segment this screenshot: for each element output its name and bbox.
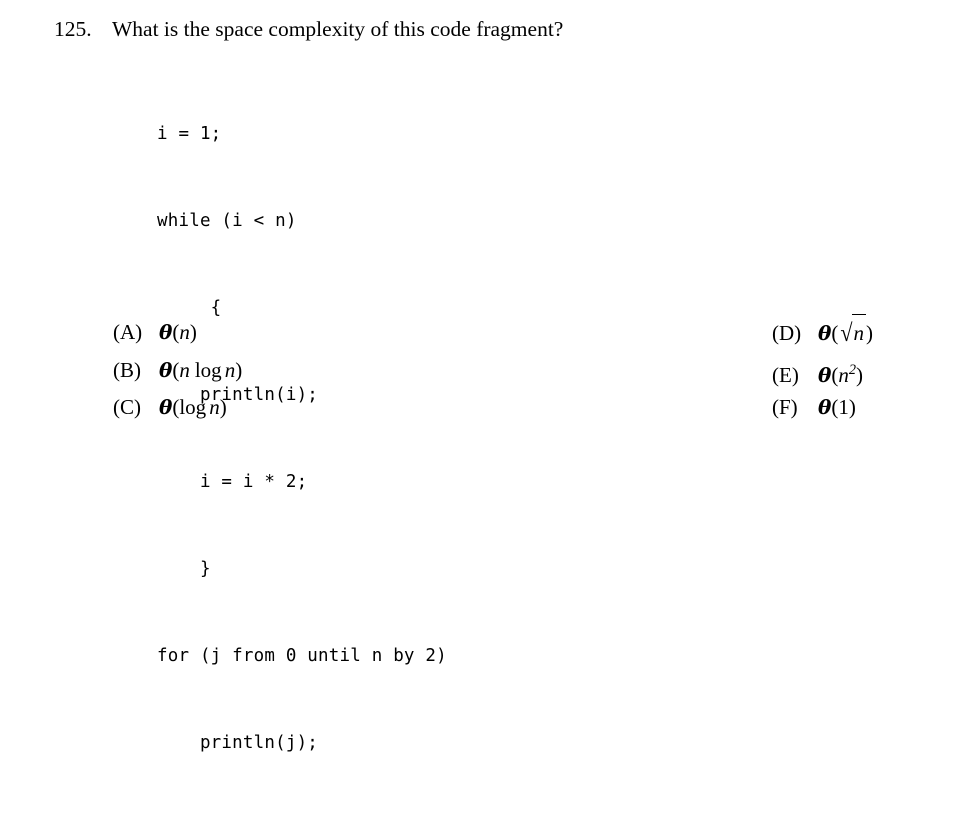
answer-option-a-expression: θ(n)	[159, 314, 197, 352]
variable-n: n	[179, 357, 190, 382]
code-line: i = i * 2;	[157, 472, 308, 492]
answer-option-e-expression: θ(n2)	[818, 352, 863, 395]
answer-option-c[interactable]: (C) θ(log n)	[113, 389, 242, 427]
close-paren: )	[235, 357, 243, 382]
exponent: 2	[848, 361, 856, 378]
answer-option-f-label: (F)	[772, 395, 798, 419]
log-operator: log	[194, 357, 222, 382]
code-line: i = 1;	[157, 124, 222, 144]
answer-option-b[interactable]: (B) θ(n log n)	[113, 352, 242, 390]
variable-n: n	[179, 320, 190, 344]
theta-symbol: θ	[818, 362, 832, 387]
radicand: n	[852, 314, 866, 353]
answer-option-d[interactable]: (D) θ(√n)	[772, 314, 873, 352]
question-heading: 125. What is the space complexity of this…	[54, 15, 563, 43]
close-paren: )	[189, 320, 197, 344]
exam-question-page: 125. What is the space complexity of this…	[0, 0, 976, 753]
answer-option-a-label: (A)	[113, 320, 143, 344]
constant-one: 1	[838, 395, 849, 419]
theta-symbol: θ	[159, 395, 173, 419]
answer-options-left-column: (A) θ(n) (B) θ(n log n) (C) θ(log n)	[113, 314, 242, 427]
close-paren: )	[219, 395, 227, 419]
answer-option-e[interactable]: (E) θ(n2)	[772, 352, 873, 390]
theta-symbol: θ	[159, 320, 173, 344]
answer-option-c-label: (C)	[113, 395, 141, 419]
question-text: What is the space complexity of this cod…	[112, 17, 564, 41]
close-paren: )	[865, 321, 873, 345]
code-line: println(j);	[157, 733, 319, 753]
code-line: }	[157, 559, 211, 579]
answer-option-f-expression: θ(1)	[818, 389, 856, 427]
close-paren: )	[848, 395, 856, 419]
answer-option-f[interactable]: (F) θ(1)	[772, 389, 873, 427]
square-root: √n	[838, 314, 866, 353]
variable-n: n	[838, 362, 849, 387]
answer-option-a[interactable]: (A) θ(n)	[113, 314, 242, 352]
answer-options-right-column: (D) θ(√n) (E) θ(n2) (F) θ(1)	[772, 314, 873, 427]
variable-n: n	[224, 357, 236, 382]
variable-n: n	[209, 395, 220, 419]
question-number: 125.	[54, 17, 92, 41]
theta-symbol: θ	[818, 395, 832, 419]
answer-option-b-expression: θ(n log n)	[159, 352, 242, 390]
log-operator: log	[179, 395, 207, 419]
answer-options: (A) θ(n) (B) θ(n log n) (C) θ(log n) (D) θ(√n) …	[0, 314, 976, 434]
code-line: while (i < n)	[157, 211, 297, 231]
answer-option-c-expression: θ(log n)	[159, 389, 227, 427]
variable-n: n	[853, 321, 864, 345]
answer-option-d-expression: θ(√n)	[818, 314, 873, 353]
theta-symbol: θ	[159, 357, 173, 382]
open-paren: (	[831, 321, 839, 345]
code-line: for (j from 0 until n by 2)	[157, 646, 447, 666]
answer-option-b-label: (B)	[113, 357, 141, 382]
radical-icon: √	[840, 318, 853, 347]
code-fragment: i = 1; while (i < n) { println(i); i = i…	[157, 62, 447, 816]
theta-symbol: θ	[818, 321, 832, 345]
close-paren: )	[855, 362, 863, 387]
answer-option-d-label: (D)	[772, 321, 802, 345]
